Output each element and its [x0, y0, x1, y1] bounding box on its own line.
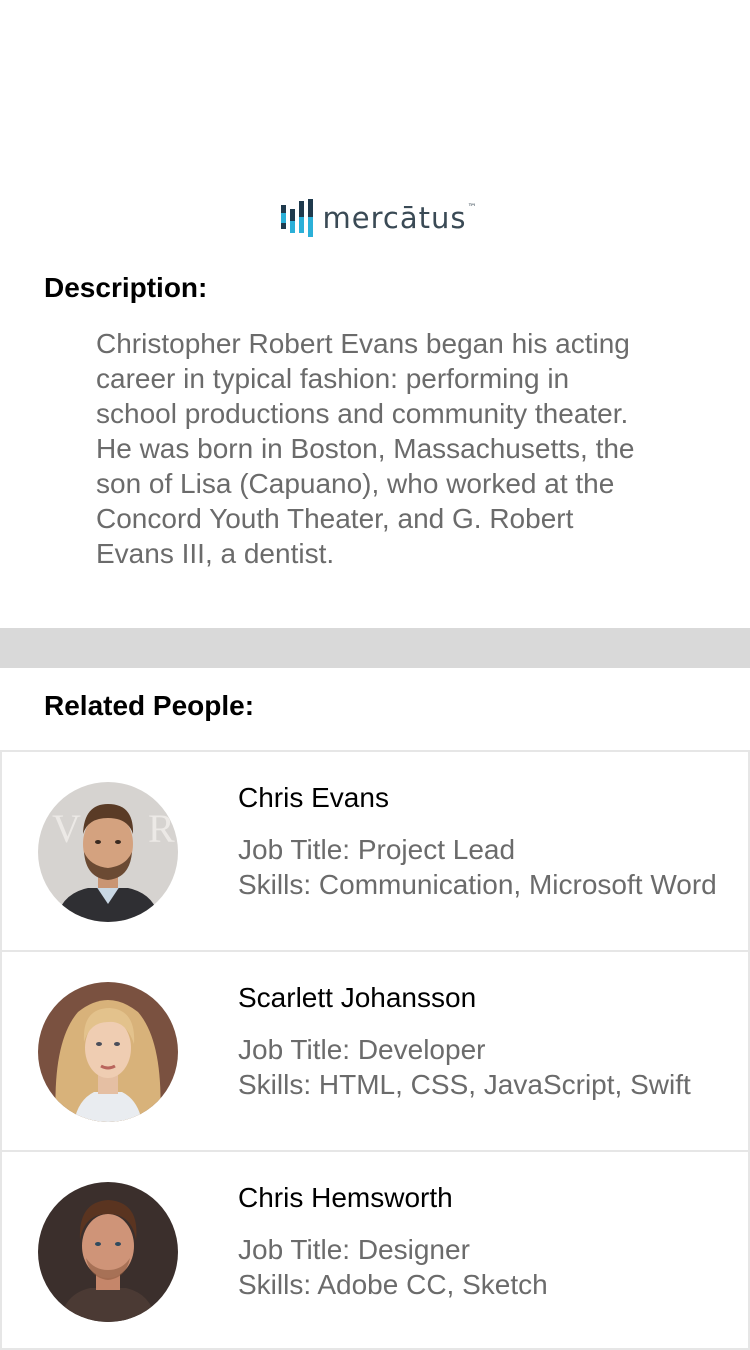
- person-info: Scarlett Johansson Job Title: Developer …: [238, 980, 728, 1102]
- person-skills: Skills: Communication, Microsoft Word: [238, 869, 717, 900]
- person-card[interactable]: Chris Hemsworth Job Title: Designer Skil…: [0, 1150, 750, 1350]
- avatar-scarlett-johansson: [38, 982, 178, 1122]
- avatar: [38, 1182, 178, 1322]
- person-job-title: Job Title: Developer: [238, 1034, 486, 1065]
- person-name: Scarlett Johansson: [238, 982, 477, 1013]
- avatar: [38, 982, 178, 1122]
- related-people-list: V R Chris Evans Job Title: Project Lead …: [0, 750, 750, 1350]
- brand-logo: mercātus™: [8, 190, 750, 246]
- person-name: Chris Evans: [238, 782, 389, 813]
- description-heading: Description:: [44, 272, 208, 303]
- person-card[interactable]: V R Chris Evans Job Title: Project Lead …: [0, 750, 750, 950]
- related-people-heading: Related People:: [44, 690, 255, 721]
- brand-name: mercātus: [322, 201, 467, 235]
- person-skills: Skills: HTML, CSS, JavaScript, Swift: [238, 1069, 691, 1100]
- person-job-title: Job Title: Project Lead: [238, 834, 516, 865]
- brand-trademark: ™: [467, 203, 478, 213]
- person-card[interactable]: Scarlett Johansson Job Title: Developer …: [0, 950, 750, 1150]
- svg-text:V: V: [52, 806, 81, 851]
- avatar-chris-hemsworth: [38, 1182, 178, 1322]
- description-text: Christopher Robert Evans began his actin…: [96, 328, 635, 569]
- brand-wordmark: mercātus™: [323, 201, 478, 235]
- person-info: Chris Evans Job Title: Project Lead Skil…: [238, 780, 728, 902]
- person-info: Chris Hemsworth Job Title: Designer Skil…: [238, 1180, 728, 1302]
- person-name: Chris Hemsworth: [238, 1182, 453, 1213]
- avatar-chris-evans: V R: [38, 782, 178, 922]
- section-divider: [0, 628, 750, 668]
- person-skills: Skills: Adobe CC, Sketch: [238, 1269, 548, 1300]
- mercatus-logo-icon: [280, 199, 313, 237]
- avatar: V R: [38, 782, 178, 922]
- svg-text:R: R: [148, 806, 175, 851]
- person-job-title: Job Title: Designer: [238, 1234, 470, 1265]
- top-spacer: [0, 0, 750, 190]
